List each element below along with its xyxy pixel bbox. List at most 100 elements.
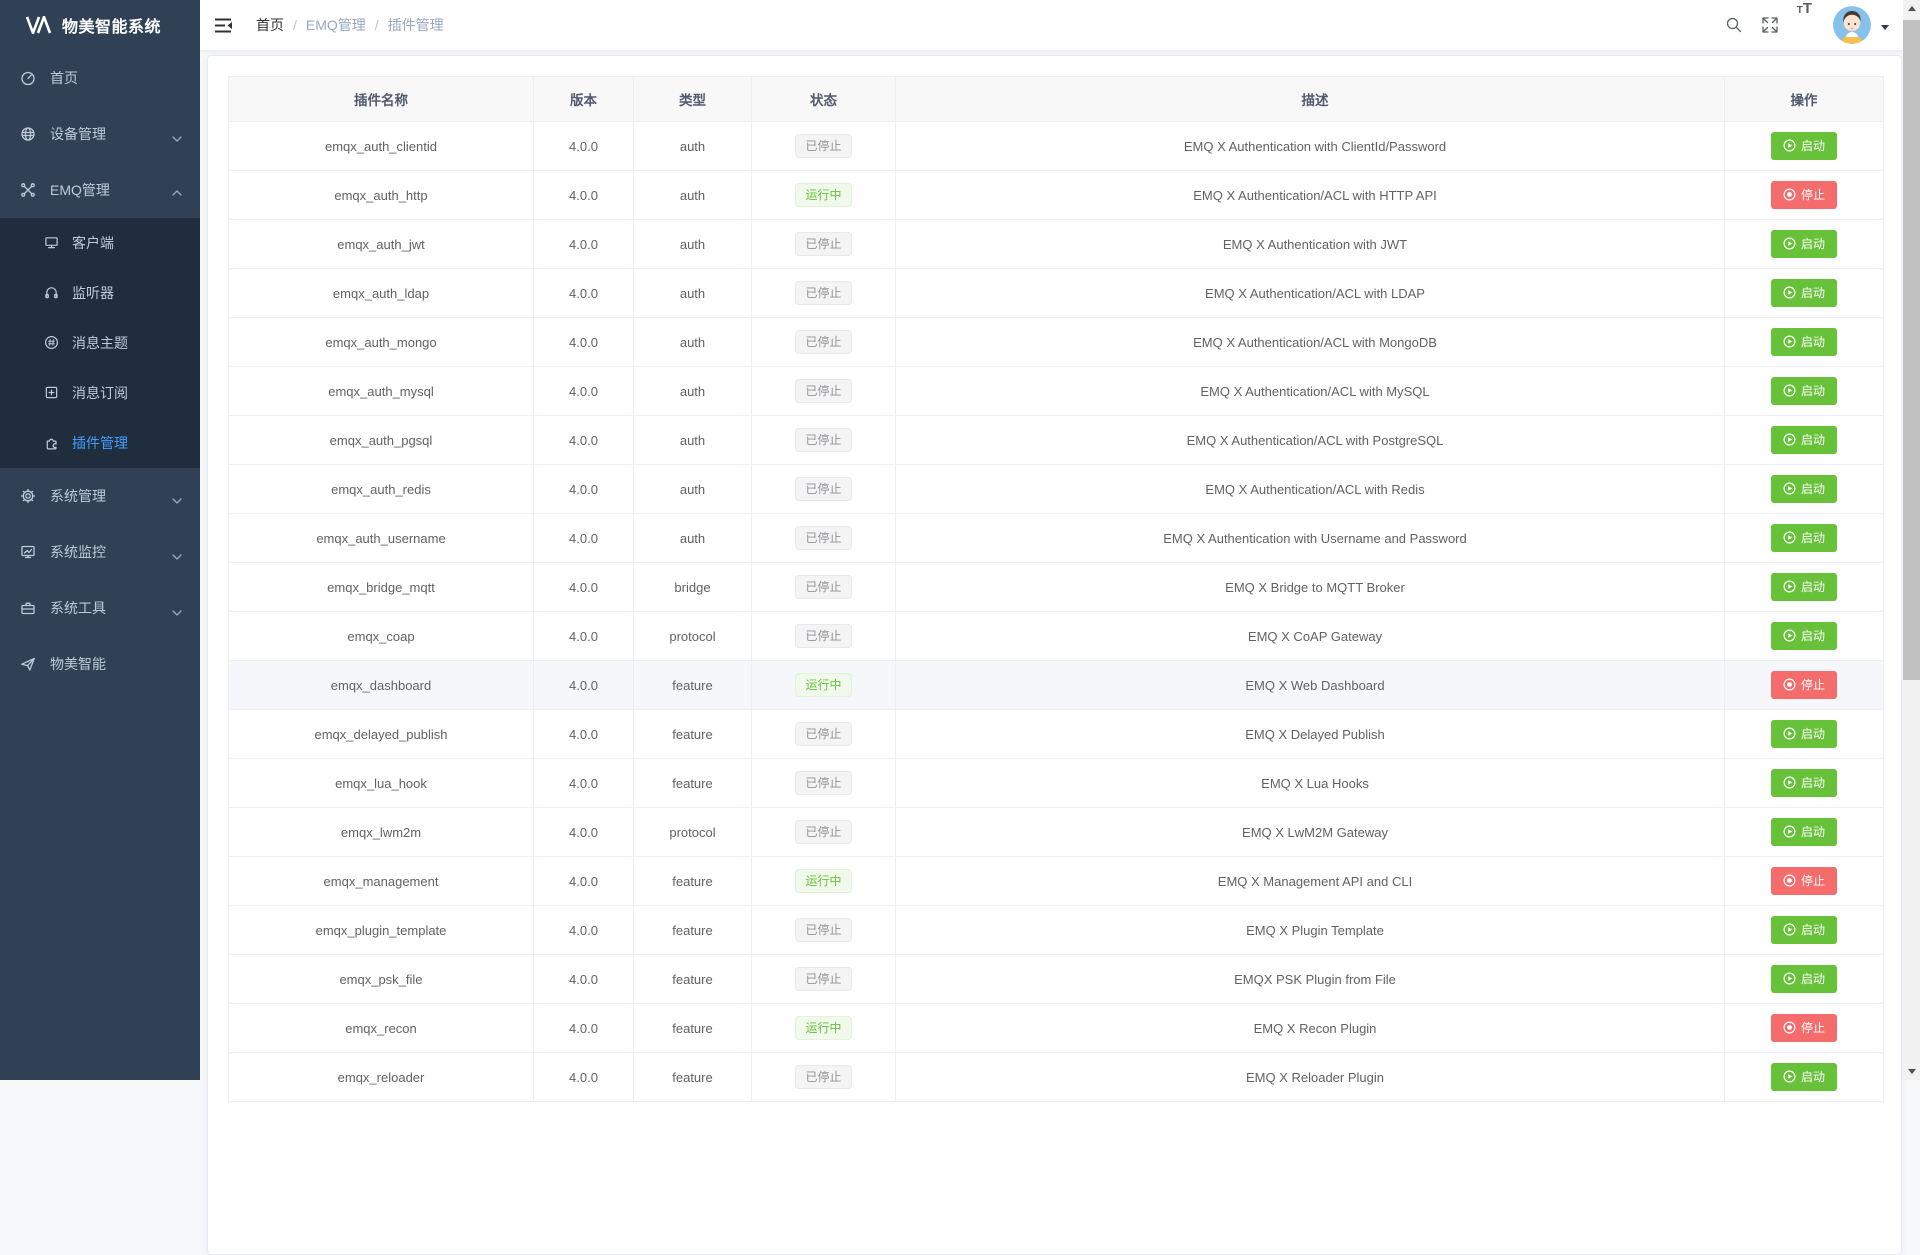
fullscreen-icon[interactable]	[1752, 0, 1788, 50]
breadcrumb-emq[interactable]: EMQ管理	[306, 15, 366, 35]
status-badge: 已停止	[795, 771, 851, 795]
start-plugin-button[interactable]: 启动	[1771, 132, 1837, 160]
subscribe-plus-icon	[44, 385, 60, 401]
table-row: emqx_auth_ldap 4.0.0 auth 已停止 EMQ X Auth…	[229, 269, 1884, 318]
breadcrumb-current: 插件管理	[388, 15, 444, 35]
dashboard-icon	[20, 70, 36, 86]
plugin-name: emqx_reloader	[229, 1053, 534, 1102]
sidebar-item-home[interactable]: 首页	[0, 50, 200, 106]
status-badge: 已停止	[795, 428, 851, 452]
app-logo[interactable]: 物美智能系统	[0, 0, 200, 50]
table-row: emqx_coap 4.0.0 protocol 已停止 EMQ X CoAP …	[229, 612, 1884, 661]
plugin-type: feature	[634, 759, 752, 808]
hash-circle-icon	[44, 335, 60, 351]
plugin-version: 4.0.0	[534, 808, 634, 857]
plugin-name: emqx_recon	[229, 1004, 534, 1053]
plugin-name: emqx_lua_hook	[229, 759, 534, 808]
button-icon	[1783, 972, 1796, 987]
status-badge: 已停止	[795, 526, 851, 550]
scrollbar-up-arrow[interactable]	[1903, 0, 1920, 17]
plugin-version: 4.0.0	[534, 955, 634, 1004]
stop-plugin-button[interactable]: 停止	[1771, 181, 1837, 209]
start-plugin-button[interactable]: 启动	[1771, 769, 1837, 797]
user-avatar-dropdown[interactable]	[1833, 6, 1889, 44]
button-icon	[1783, 678, 1796, 693]
chevron-up-icon	[172, 186, 182, 202]
scrollbar-down-arrow[interactable]	[1903, 1063, 1920, 1080]
start-plugin-button[interactable]: 启动	[1771, 818, 1837, 846]
button-icon	[1783, 629, 1796, 644]
start-plugin-button[interactable]: 启动	[1771, 1063, 1837, 1091]
table-row: emqx_bridge_mqtt 4.0.0 bridge 已停止 EMQ X …	[229, 563, 1884, 612]
app-title: 物美智能系统	[62, 13, 161, 37]
sidebar-collapse-button[interactable]	[200, 0, 248, 50]
start-plugin-button[interactable]: 启动	[1771, 916, 1837, 944]
plugin-version: 4.0.0	[534, 318, 634, 367]
button-icon	[1783, 482, 1796, 497]
plugin-version: 4.0.0	[534, 857, 634, 906]
button-icon	[1783, 188, 1796, 203]
sidebar-item-system-mgmt[interactable]: 系统管理	[0, 468, 200, 524]
button-icon	[1783, 433, 1796, 448]
start-plugin-button[interactable]: 启动	[1771, 377, 1837, 405]
logo-mark-icon	[26, 16, 52, 34]
start-plugin-button[interactable]: 启动	[1771, 965, 1837, 993]
search-icon[interactable]	[1716, 0, 1752, 50]
start-plugin-button[interactable]: 启动	[1771, 328, 1837, 356]
sidebar-item-device-mgmt[interactable]: 设备管理	[0, 106, 200, 162]
sidebar-item-emq-mgmt[interactable]: EMQ管理	[0, 162, 200, 218]
start-plugin-button[interactable]: 启动	[1771, 279, 1837, 307]
plugin-name: emqx_auth_ldap	[229, 269, 534, 318]
start-plugin-button[interactable]: 启动	[1771, 230, 1837, 258]
sidebar-item-system-monitor[interactable]: 系统监控	[0, 524, 200, 580]
button-icon	[1783, 580, 1796, 595]
sidebar-item-listeners[interactable]: 监听器	[0, 268, 200, 318]
table-row: emqx_delayed_publish 4.0.0 feature 已停止 E…	[229, 710, 1884, 759]
vertical-scrollbar[interactable]	[1903, 0, 1920, 1080]
plugin-type: auth	[634, 171, 752, 220]
sidebar-item-wumei-smart[interactable]: 物美智能	[0, 636, 200, 692]
button-icon	[1783, 825, 1796, 840]
plugin-name: emqx_dashboard	[229, 661, 534, 710]
status-badge: 运行中	[795, 183, 851, 207]
plugin-version: 4.0.0	[534, 1004, 634, 1053]
start-plugin-button[interactable]: 启动	[1771, 475, 1837, 503]
breadcrumb-home[interactable]: 首页	[256, 15, 284, 35]
start-plugin-button[interactable]: 启动	[1771, 573, 1837, 601]
sidebar-item-clients[interactable]: 客户端	[0, 218, 200, 268]
table-row: emqx_auth_redis 4.0.0 auth 已停止 EMQ X Aut…	[229, 465, 1884, 514]
stop-plugin-button[interactable]: 停止	[1771, 867, 1837, 895]
status-badge: 已停止	[795, 722, 851, 746]
scrollbar-thumb[interactable]	[1903, 20, 1920, 680]
sidebar-item-topics[interactable]: 消息主题	[0, 318, 200, 368]
start-plugin-button[interactable]: 启动	[1771, 622, 1837, 650]
button-icon	[1783, 139, 1796, 154]
plugin-version: 4.0.0	[534, 220, 634, 269]
plugins-table: 插件名称 版本 类型 状态 描述 操作 emqx_auth_clientid 4…	[228, 76, 1884, 1102]
button-icon	[1783, 727, 1796, 742]
status-badge: 已停止	[795, 281, 851, 305]
plugin-name: emqx_auth_username	[229, 514, 534, 563]
breadcrumb-separator: /	[375, 17, 379, 33]
plugin-type: feature	[634, 1053, 752, 1102]
start-plugin-button[interactable]: 启动	[1771, 720, 1837, 748]
stop-plugin-button[interactable]: 停止	[1771, 671, 1837, 699]
plugin-name: emqx_auth_clientid	[229, 122, 534, 171]
sidebar-item-system-tools[interactable]: 系统工具	[0, 580, 200, 636]
plugin-type: bridge	[634, 563, 752, 612]
stop-plugin-button[interactable]: 停止	[1771, 1014, 1837, 1042]
start-plugin-button[interactable]: 启动	[1771, 426, 1837, 454]
plugin-type: feature	[634, 1004, 752, 1053]
plugin-type: feature	[634, 710, 752, 759]
table-row: emqx_management 4.0.0 feature 运行中 EMQ X …	[229, 857, 1884, 906]
header-type: 类型	[634, 77, 752, 122]
font-size-icon[interactable]: TT	[1788, 0, 1821, 50]
toolbox-icon	[20, 600, 36, 616]
header-description: 描述	[896, 77, 1725, 122]
button-icon	[1783, 384, 1796, 399]
plugin-version: 4.0.0	[534, 416, 634, 465]
sidebar-item-plugins[interactable]: 插件管理	[0, 418, 200, 468]
start-plugin-button[interactable]: 启动	[1771, 524, 1837, 552]
sidebar-item-subscriptions[interactable]: 消息订阅	[0, 368, 200, 418]
plugin-description: EMQ X Delayed Publish	[896, 710, 1725, 759]
